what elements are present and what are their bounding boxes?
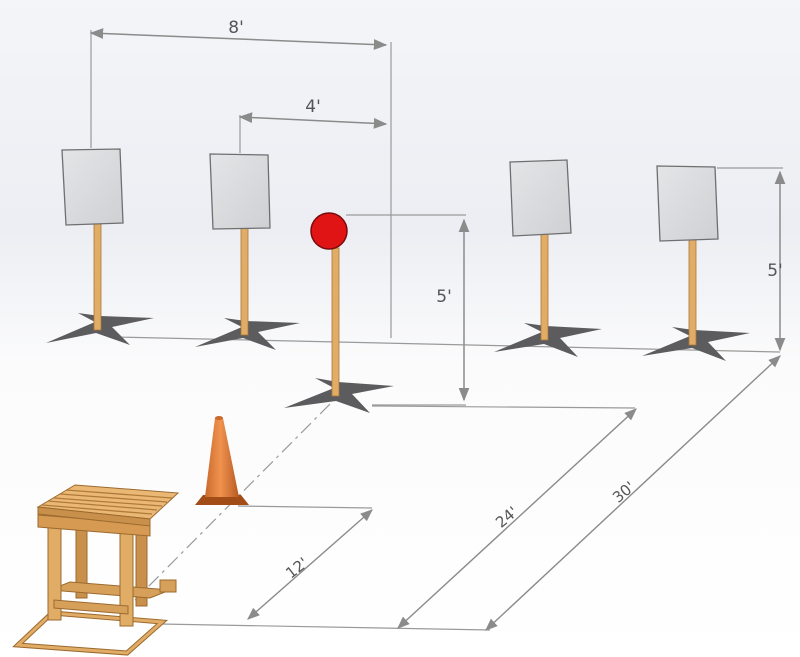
stand-post bbox=[93, 221, 102, 331]
target-board bbox=[509, 159, 572, 237]
popper-plate bbox=[310, 212, 348, 250]
popper-post bbox=[331, 247, 340, 397]
stand-post bbox=[240, 226, 249, 336]
target-board bbox=[209, 153, 271, 230]
stand-post bbox=[688, 236, 697, 346]
cone-tip bbox=[215, 416, 223, 420]
dimension-label-target-5ft: 5' bbox=[767, 261, 783, 281]
target-board bbox=[61, 148, 124, 226]
target-board bbox=[656, 165, 719, 242]
shooting-range-diagram: 8' 4' 5' 5' 12' 24' 30' bbox=[0, 0, 800, 657]
stand-post bbox=[540, 231, 549, 341]
dimension-label-8ft: 8' bbox=[228, 18, 244, 38]
dimension-label-4ft: 4' bbox=[305, 97, 321, 117]
dimension-label-popper-5ft: 5' bbox=[436, 287, 452, 307]
